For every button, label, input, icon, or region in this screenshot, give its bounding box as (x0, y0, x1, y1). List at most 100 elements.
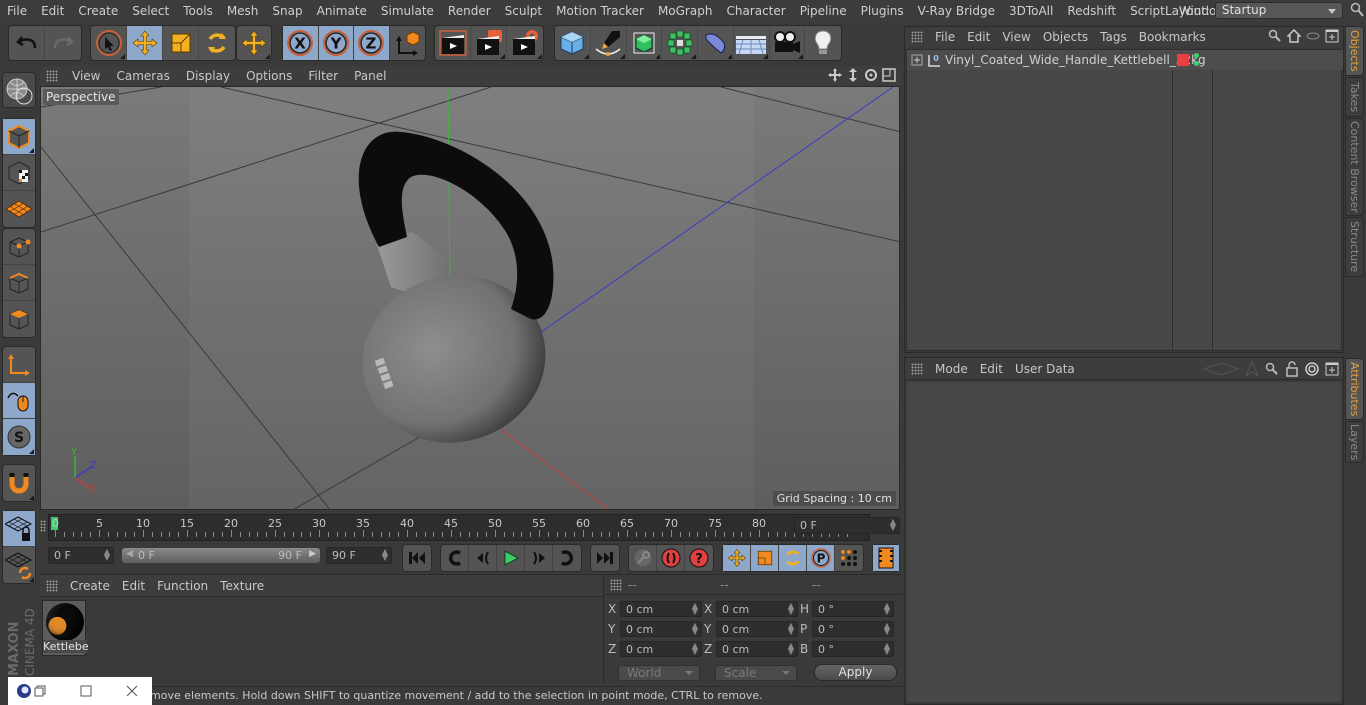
render-view-button[interactable] (435, 26, 471, 60)
workplane-mode-button[interactable] (3, 191, 35, 227)
next-key-button[interactable] (553, 545, 581, 571)
menu-redshift[interactable]: Redshift (1060, 4, 1123, 18)
close-icon[interactable] (126, 685, 138, 697)
3d-viewport[interactable]: Y Z X Perspective Grid Spacing : 10 cm (40, 86, 900, 510)
search-icon[interactable] (1268, 29, 1282, 43)
move-tool-button[interactable] (127, 26, 163, 60)
snap-button[interactable] (3, 465, 35, 501)
y-axis-toggle[interactable]: Y (318, 26, 354, 60)
menu-3dtoall[interactable]: 3DToAll (1002, 4, 1060, 18)
prev-key-button[interactable] (441, 545, 469, 571)
model-mode-button[interactable] (3, 119, 35, 155)
solo-mode-button[interactable]: S (3, 419, 35, 455)
frame-range-slider[interactable]: ◀ 0 F 90 F ▶ (122, 548, 320, 563)
menu-animate[interactable]: Animate (310, 4, 374, 18)
size-x-field[interactable]: 0 cm ▲ ▼ (716, 600, 798, 617)
tab-attributes[interactable]: Attributes (1345, 358, 1364, 420)
menu-snap[interactable]: Snap (265, 4, 309, 18)
home-icon[interactable] (1287, 29, 1301, 43)
render-picture-viewer-button[interactable] (471, 26, 507, 60)
range-left-arrow-icon[interactable]: ◀ (126, 549, 133, 559)
menu-edit[interactable]: Edit (34, 4, 71, 18)
menu-pipeline[interactable]: Pipeline (793, 4, 854, 18)
recent-tool-button[interactable] (237, 26, 271, 60)
menu-mograph[interactable]: MoGraph (651, 4, 720, 18)
end-frame-field[interactable]: 90 F ▲ ▼ (326, 547, 392, 564)
position-z-field[interactable]: 0 cm ▲ ▼ (620, 640, 702, 657)
current-frame-field[interactable]: 0 F ▲ ▼ (794, 517, 900, 534)
up-arrow-icon[interactable] (1245, 361, 1259, 377)
panel-grip-icon[interactable] (610, 578, 622, 591)
goto-end-button[interactable] (591, 545, 619, 571)
spinner-icon[interactable]: ▲ ▼ (382, 548, 388, 562)
rotation-p-field[interactable]: 0 ° ▲ ▼ (812, 620, 894, 637)
coordinate-system-button[interactable] (390, 26, 425, 60)
new-panel-icon[interactable] (1325, 29, 1339, 43)
new-panel-icon[interactable] (1325, 362, 1339, 376)
viewport-menu-view[interactable]: View (64, 69, 108, 83)
panel-grip-icon[interactable] (911, 31, 923, 43)
make-editable-button[interactable] (3, 73, 35, 109)
cube-button[interactable] (555, 26, 591, 60)
size-y-field[interactable]: 0 cm ▲ ▼ (716, 620, 798, 637)
rotation-h-field[interactable]: 0 ° ▲ ▼ (812, 600, 894, 617)
panel-grip-icon[interactable] (46, 579, 58, 592)
viewport-menu-options[interactable]: Options (238, 69, 300, 83)
panel-grip-icon[interactable] (46, 70, 58, 82)
range-right-arrow-icon[interactable]: ▶ (309, 549, 316, 559)
key-parameter-button[interactable]: P (807, 545, 835, 571)
size-mode-dropdown[interactable]: Scale (715, 665, 797, 681)
rotate-view-icon[interactable] (864, 68, 878, 82)
tweak-mode-button[interactable] (3, 383, 35, 419)
menu-character[interactable]: Character (719, 4, 792, 18)
object-name[interactable]: Vinyl_Coated_Wide_Handle_Kettlebell_32kg (945, 53, 1206, 67)
timeline-ruler[interactable]: 051015202530354045505560657075808590 (48, 514, 870, 541)
tab-objects[interactable]: Objects (1345, 26, 1364, 76)
start-frame-field[interactable]: 0 F ▲ ▼ (48, 547, 114, 564)
object-menu-file[interactable]: File (929, 30, 961, 44)
edges-mode-button[interactable] (3, 265, 35, 301)
target-icon[interactable] (1305, 362, 1319, 376)
record-keys-button[interactable] (629, 545, 657, 571)
material-menu-edit[interactable]: Edit (116, 579, 151, 593)
tab-layers[interactable]: Layers (1345, 421, 1364, 463)
apply-button[interactable]: Apply (814, 664, 897, 681)
material-swatch[interactable]: Kettlebe (42, 600, 89, 656)
x-axis-toggle[interactable]: X (283, 26, 319, 60)
tab-content-browser[interactable]: Content Browser (1345, 118, 1364, 216)
attribute-menu-edit[interactable]: Edit (974, 362, 1009, 376)
polygons-mode-button[interactable] (3, 301, 35, 337)
material-menu-create[interactable]: Create (64, 579, 116, 593)
layer-color-swatch[interactable] (1177, 54, 1189, 66)
camera-button[interactable] (770, 26, 806, 60)
points-mode-button[interactable] (3, 229, 35, 265)
object-menu-tags[interactable]: Tags (1094, 30, 1133, 44)
viewport-menu-display[interactable]: Display (178, 69, 238, 83)
object-menu-bookmarks[interactable]: Bookmarks (1133, 30, 1212, 44)
camera-label[interactable]: Perspective (43, 89, 119, 105)
render-settings-button[interactable] (507, 26, 543, 60)
position-y-field[interactable]: 0 cm ▲ ▼ (620, 620, 702, 637)
key-pla-button[interactable] (835, 545, 863, 571)
menu-create[interactable]: Create (71, 4, 125, 18)
position-x-field[interactable]: 0 cm ▲ ▼ (620, 600, 702, 617)
menu-vray-bridge[interactable]: V-Ray Bridge (911, 4, 1002, 18)
select-tool-button[interactable] (91, 26, 127, 60)
lock-icon[interactable] (1285, 361, 1299, 377)
viewport-menu-cameras[interactable]: Cameras (108, 69, 177, 83)
timeline-window-button[interactable] (873, 545, 899, 571)
play-button[interactable] (497, 545, 525, 571)
rotation-b-field[interactable]: 0 ° ▲ ▼ (812, 640, 894, 657)
workplane-lock-button[interactable] (3, 511, 35, 547)
search-icon[interactable] (1265, 362, 1279, 376)
link-icon[interactable] (1306, 29, 1320, 43)
light-button[interactable] (805, 26, 841, 60)
menu-simulate[interactable]: Simulate (374, 4, 441, 18)
key-position-button[interactable] (723, 545, 751, 571)
floor-button[interactable] (734, 26, 770, 60)
material-menu-function[interactable]: Function (151, 579, 214, 593)
menu-mesh[interactable]: Mesh (220, 4, 266, 18)
editor-visibility-dot[interactable] (1194, 53, 1199, 58)
viewport-menu-panel[interactable]: Panel (346, 69, 394, 83)
back-arrow-icon[interactable] (1203, 362, 1239, 376)
